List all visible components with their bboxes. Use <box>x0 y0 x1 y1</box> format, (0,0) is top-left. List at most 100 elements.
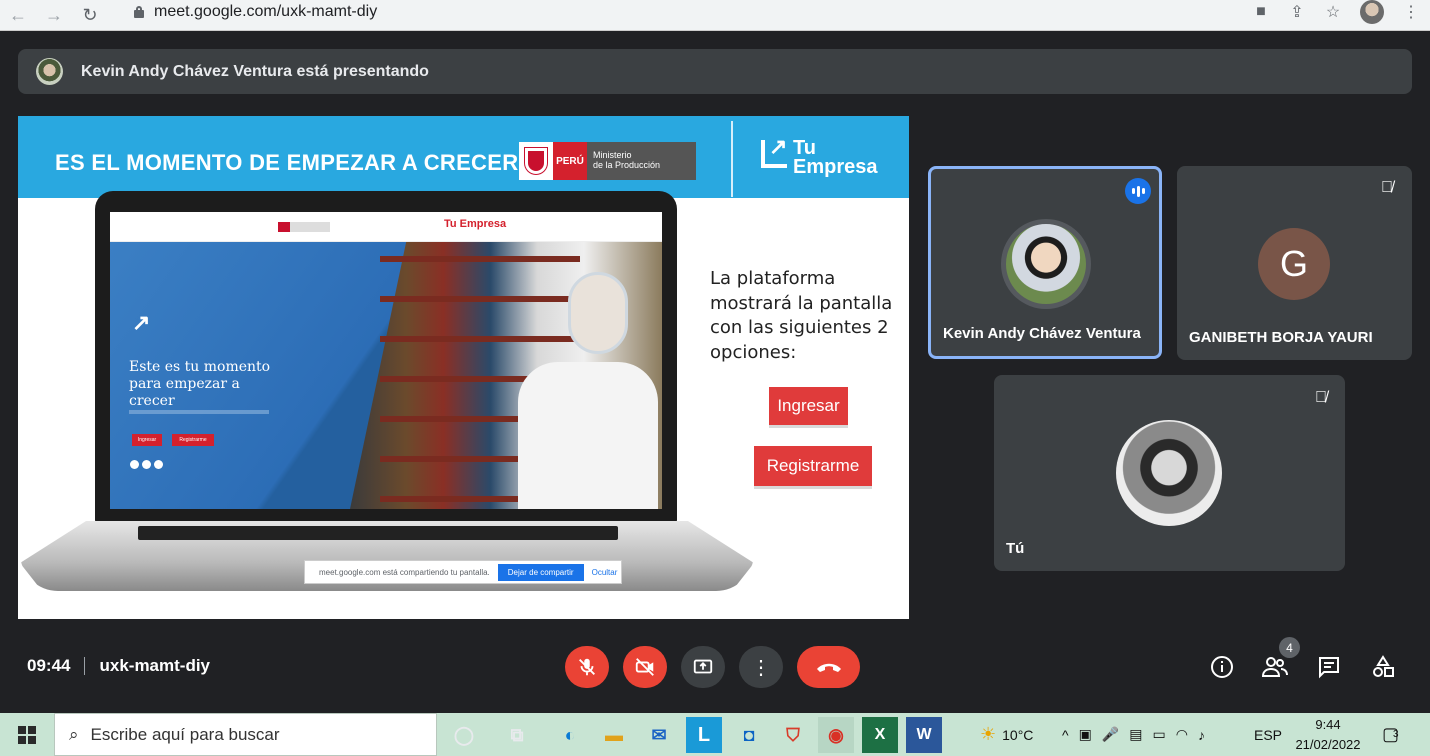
weather-sun-icon: ☀ <box>980 724 997 744</box>
peru-ministry-logo: PERÚ Ministerio de la Producción <box>519 142 696 180</box>
present-screen-button[interactable] <box>681 646 725 688</box>
participant-avatar <box>1116 420 1222 526</box>
edge-icon[interactable]: ◐ <box>552 717 588 753</box>
microphone-icon[interactable]: 🎤 <box>1102 726 1119 743</box>
hide-button: Ocultar <box>591 567 618 577</box>
temperature: 10°C <box>1002 726 1034 743</box>
clock-time: 9:44 <box>1315 717 1341 732</box>
present-icon <box>693 659 713 674</box>
hang-up-icon <box>816 663 841 672</box>
inner-ingresar-button: Ingresar <box>132 434 162 446</box>
cortana-icon[interactable]: ◯ <box>446 717 482 753</box>
slide-registrarme-button: Registrarme <box>754 446 872 486</box>
slide-description: La plataforma mostrará la pantalla con l… <box>710 268 893 363</box>
wifi-icon[interactable]: ◠ <box>1176 726 1188 743</box>
language-indicator[interactable]: ESP <box>1254 713 1282 756</box>
laptop-screen: Tu Empresa ↗ Este es tu momento para emp… <box>110 212 662 509</box>
inner-tu-empresa-logo: Tu Empresa <box>444 218 507 230</box>
facebook-icon <box>130 460 139 469</box>
clock-date: 21/02/2022 <box>1295 737 1361 752</box>
url-text: meet.google.com/uxk-mamt-diy <box>154 3 378 20</box>
screen-share-notice: meet.google.com está compartiendo tu pan… <box>304 560 622 584</box>
more-vert-icon[interactable]: ⋮ <box>1402 3 1420 21</box>
display-icon[interactable]: ▤ <box>1129 726 1142 743</box>
chevron-up-icon[interactable]: ^ <box>1062 727 1069 743</box>
system-tray: ^ ▣ 🎤 ▤ ▭ ◠ ♪ <box>1062 713 1205 756</box>
chat-button[interactable] <box>1315 653 1343 681</box>
whatsapp-icon <box>142 460 151 469</box>
task-view-icon[interactable]: ⧉ <box>499 717 535 753</box>
taskbar-search[interactable]: ⌕ Escribe aquí para buscar <box>54 713 437 756</box>
address-bar[interactable]: meet.google.com/uxk-mamt-diy <box>122 0 1342 24</box>
word-icon[interactable]: W <box>906 717 942 753</box>
launcher-l-icon[interactable]: L <box>686 717 722 753</box>
ministry-line2: de la Producción <box>593 160 661 170</box>
chrome-icon[interactable]: ◉ <box>818 717 854 753</box>
shield-app-icon[interactable]: ⛉ <box>775 717 811 753</box>
browser-actions: ■ ⇪ ☆ ⋮ <box>1252 0 1420 24</box>
volume-icon[interactable]: ♪ <box>1198 727 1205 743</box>
mic-toggle-button[interactable] <box>565 646 609 688</box>
notifications-button[interactable]: ▢ 3 <box>1382 713 1399 756</box>
search-placeholder: Escribe aquí para buscar <box>90 724 280 744</box>
inner-topbar: Tu Empresa <box>110 212 662 242</box>
empresa-label: Empresa <box>793 156 878 178</box>
leave-call-button[interactable] <box>797 646 860 688</box>
participant-name: Kevin Andy Chávez Ventura <box>943 325 1141 342</box>
instagram-icon <box>154 460 163 469</box>
reload-button[interactable]: ↻ <box>72 0 108 31</box>
inner-headline: Este es tu momento para empezar a crecer <box>129 359 271 409</box>
people-count-badge: 4 <box>1279 637 1300 658</box>
slide-ingresar-button: Ingresar <box>769 387 848 425</box>
participant-tile-self[interactable]: 🎙̸ Tú <box>994 375 1345 571</box>
chat-icon <box>1319 657 1339 679</box>
camera-off-icon <box>635 658 654 676</box>
header-divider <box>731 121 733 197</box>
mic-off-icon: 🎙̸ <box>1315 389 1327 406</box>
profile-avatar[interactable] <box>1360 0 1384 24</box>
participant-tile-ganibeth[interactable]: 🎙̸ G GANIBETH BORJA YAURI <box>1177 166 1412 360</box>
ministry-label: Ministerio de la Producción <box>587 142 696 180</box>
file-explorer-icon[interactable]: ▬ <box>596 717 632 753</box>
participant-name: GANIBETH BORJA YAURI <box>1189 329 1373 346</box>
more-options-button[interactable]: ⋮ <box>739 646 783 688</box>
excel-icon[interactable]: X <box>862 717 898 753</box>
stop-sharing-button: Dejar de compartir <box>497 563 584 581</box>
more-vert-icon: ⋮ <box>751 656 771 679</box>
meeting-info-button[interactable] <box>1208 653 1236 681</box>
shared-screen: ES EL MOMENTO DE EMPEZAR A CRECER PERÚ M… <box>18 116 909 619</box>
battery-icon[interactable]: ▭ <box>1152 726 1165 743</box>
meeting-time: 09:44 <box>27 656 71 675</box>
people-icon <box>1262 657 1288 677</box>
arrow-up-right-icon: ↗ <box>769 134 788 159</box>
inner-ministry-logo <box>278 222 330 232</box>
camera-icon[interactable]: ■ <box>1252 3 1270 21</box>
weather-widget[interactable]: ☀ 10°C <box>980 713 1033 756</box>
lock-icon <box>134 6 144 18</box>
start-button[interactable] <box>0 713 53 756</box>
participant-avatar <box>1001 219 1091 309</box>
face-shield <box>568 272 628 354</box>
back-button[interactable]: ← <box>0 0 36 31</box>
participant-initial-avatar: G <box>1258 228 1330 300</box>
star-icon[interactable]: ☆ <box>1324 3 1342 21</box>
peru-shield-icon <box>519 142 553 180</box>
store-icon[interactable]: ◘ <box>731 717 767 753</box>
peru-label: PERÚ <box>553 142 587 180</box>
share-icon[interactable]: ⇪ <box>1288 3 1306 21</box>
windows-logo-icon <box>17 725 36 744</box>
activities-button[interactable] <box>1369 653 1397 681</box>
browser-toolbar: ← → ↻ meet.google.com/uxk-mamt-diy ■ ⇪ ☆… <box>0 0 1430 31</box>
taskbar-clock[interactable]: 9:44 21/02/2022 <box>1290 715 1366 755</box>
mail-icon[interactable]: ✉ <box>641 717 677 753</box>
participant-tile-kevin[interactable]: Kevin Andy Chávez Ventura <box>928 166 1162 359</box>
mic-off-icon <box>579 658 595 676</box>
speaking-indicator-icon <box>1125 178 1151 204</box>
meet-app-icon[interactable]: ▣ <box>1079 726 1092 743</box>
divider <box>84 657 86 675</box>
presenter-text: Kevin Andy Chávez Ventura está presentan… <box>81 62 429 80</box>
forward-button[interactable]: → <box>36 0 72 31</box>
camera-toggle-button[interactable] <box>623 646 667 688</box>
slide-title: ES EL MOMENTO DE EMPEZAR A CRECER <box>55 150 519 175</box>
social-icons <box>130 460 163 469</box>
